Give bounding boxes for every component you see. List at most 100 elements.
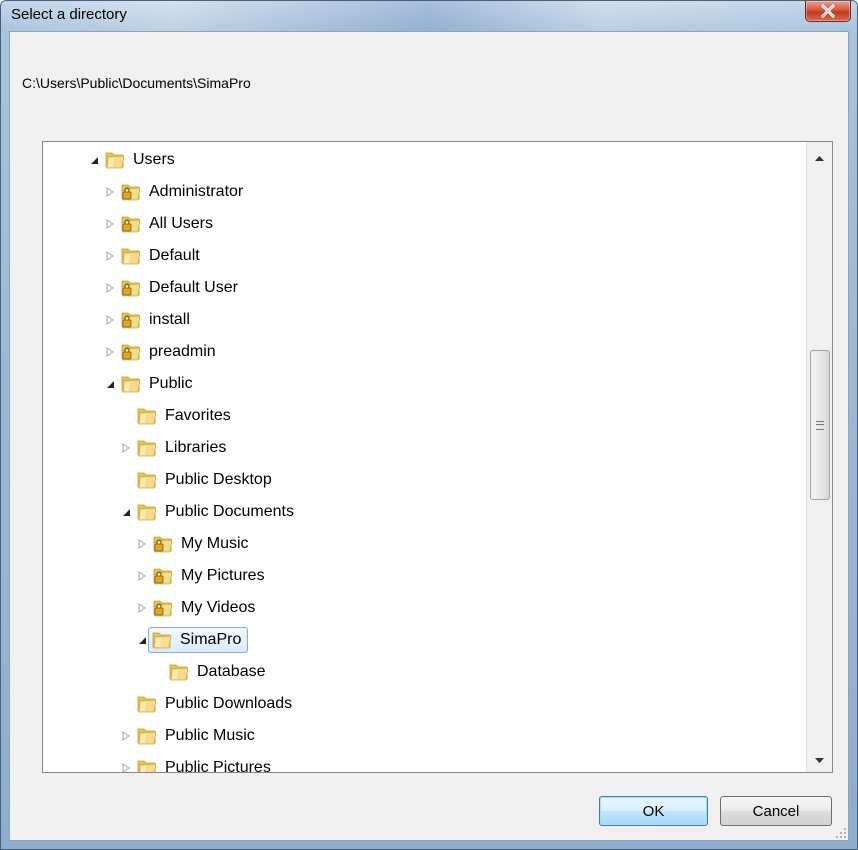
tree-item-content[interactable]: Users	[104, 150, 175, 170]
title-bar[interactable]: Select a directory	[1, 1, 857, 31]
tree-item-content[interactable]: Public Downloads	[136, 694, 292, 714]
tree-item[interactable]: Administrator	[103, 177, 243, 207]
folder-icon	[120, 246, 142, 266]
collapsed-triangle-icon[interactable]	[103, 185, 117, 199]
tree-viewport: Users Administrator All Users Default De…	[43, 142, 807, 772]
expanded-triangle-icon[interactable]	[103, 377, 117, 391]
ok-button[interactable]: OK	[599, 796, 708, 826]
tree-item-label: Public Downloads	[165, 695, 293, 712]
collapsed-triangle-icon[interactable]	[119, 441, 133, 455]
tree-item[interactable]: Default User	[103, 273, 238, 303]
grip-icon	[816, 420, 824, 430]
folder-icon	[136, 694, 158, 714]
locked-folder-icon	[152, 566, 174, 586]
collapsed-triangle-icon[interactable]	[103, 345, 117, 359]
expanded-triangle-icon[interactable]	[119, 505, 133, 519]
folder-icon	[104, 150, 126, 170]
locked-folder-icon	[120, 342, 142, 362]
tree-item-content[interactable]: All Users	[120, 214, 213, 234]
collapsed-triangle-icon[interactable]	[103, 217, 117, 231]
folder-icon	[168, 662, 190, 682]
tree-item[interactable]: Default	[103, 241, 200, 271]
tree-item-content[interactable]: SimaPro	[148, 627, 249, 653]
collapsed-triangle-icon[interactable]	[103, 249, 117, 263]
tree-item-content[interactable]: Database	[168, 662, 266, 682]
collapsed-triangle-icon[interactable]	[135, 537, 149, 551]
tree-item-label: My Pictures	[181, 567, 265, 584]
tree-item[interactable]: Database	[151, 657, 266, 687]
tree-item-label: Public Documents	[165, 503, 294, 520]
tree-item-content[interactable]: preadmin	[120, 342, 216, 362]
scroll-up-arrow-icon	[815, 155, 824, 161]
folder-icon	[136, 470, 158, 490]
tree-item[interactable]: Public Pictures	[119, 753, 271, 772]
tree-item-content[interactable]: Public Desktop	[136, 470, 272, 490]
collapsed-triangle-icon[interactable]	[135, 601, 149, 615]
tree-item-label: preadmin	[149, 343, 216, 360]
tree-item-content[interactable]: Public Pictures	[136, 758, 271, 772]
tree-item-content[interactable]: My Music	[152, 534, 249, 554]
tree-item-content[interactable]: My Videos	[152, 598, 255, 618]
tree-item-label: My Music	[181, 535, 249, 552]
tree-item-label: install	[149, 311, 190, 328]
scroll-down-arrow-icon	[815, 757, 824, 763]
tree-item-content[interactable]: Public Documents	[136, 502, 294, 522]
expanded-triangle-icon[interactable]	[135, 633, 149, 647]
tree-item[interactable]: Libraries	[119, 433, 226, 463]
collapsed-triangle-icon[interactable]	[135, 569, 149, 583]
tree-item[interactable]: SimaPro	[135, 625, 249, 655]
tree-item-label: Public	[149, 375, 193, 392]
tree-item-label: Public Desktop	[165, 471, 272, 488]
tree-item-content[interactable]: install	[120, 310, 190, 330]
vertical-scrollbar[interactable]	[806, 142, 832, 772]
tree-item[interactable]: Public Downloads	[119, 689, 292, 719]
tree-item-label: Libraries	[165, 439, 227, 456]
tree-item-label: Administrator	[149, 183, 244, 200]
tree-item[interactable]: My Pictures	[135, 561, 265, 591]
close-button[interactable]	[805, 1, 851, 22]
tree-item[interactable]: My Videos	[135, 593, 255, 623]
tree-item-content[interactable]: Public	[120, 374, 193, 394]
tree-item-content[interactable]: Libraries	[136, 438, 226, 458]
scroll-down-button[interactable]	[807, 750, 832, 770]
locked-folder-icon	[120, 310, 142, 330]
collapsed-triangle-icon[interactable]	[119, 761, 133, 772]
tree-item-content[interactable]: Favorites	[136, 406, 231, 426]
directory-tree[interactable]: Users Administrator All Users Default De…	[42, 141, 833, 773]
cancel-button[interactable]: Cancel	[720, 796, 832, 826]
tree-item-content[interactable]: Default	[120, 246, 200, 266]
folder-icon	[136, 502, 158, 522]
tree-item-content[interactable]: Default User	[120, 278, 238, 298]
collapsed-triangle-icon[interactable]	[103, 313, 117, 327]
folder-icon	[151, 630, 173, 650]
tree-item-content[interactable]: My Pictures	[152, 566, 265, 586]
tree-item[interactable]: install	[103, 305, 190, 335]
tree-item-label: SimaPro	[180, 631, 242, 648]
close-icon	[821, 4, 835, 18]
expanded-triangle-icon[interactable]	[87, 153, 101, 167]
tree-item[interactable]: Public Documents	[119, 497, 294, 527]
tree-item-label: Public Music	[165, 727, 255, 744]
tree-item[interactable]: All Users	[103, 209, 213, 239]
scroll-thumb[interactable]	[810, 350, 830, 500]
tree-item-content[interactable]: Administrator	[120, 182, 243, 202]
tree-item[interactable]: Public Music	[119, 721, 255, 751]
tree-item[interactable]: Public	[103, 369, 193, 399]
tree-item[interactable]: My Music	[135, 529, 249, 559]
tree-item[interactable]: Favorites	[119, 401, 231, 431]
locked-folder-icon	[152, 534, 174, 554]
dialog-title: Select a directory	[11, 6, 127, 23]
collapsed-triangle-icon[interactable]	[119, 729, 133, 743]
tree-item-content[interactable]: Public Music	[136, 726, 255, 746]
tree-item-label: Favorites	[165, 407, 231, 424]
tree-item[interactable]: Public Desktop	[119, 465, 272, 495]
collapsed-triangle-icon[interactable]	[103, 281, 117, 295]
locked-folder-icon	[120, 214, 142, 234]
tree-item[interactable]: Users	[87, 145, 175, 175]
resize-grip-icon[interactable]	[835, 827, 847, 839]
tree-item[interactable]: preadmin	[103, 337, 216, 367]
scroll-up-button[interactable]	[807, 148, 832, 168]
